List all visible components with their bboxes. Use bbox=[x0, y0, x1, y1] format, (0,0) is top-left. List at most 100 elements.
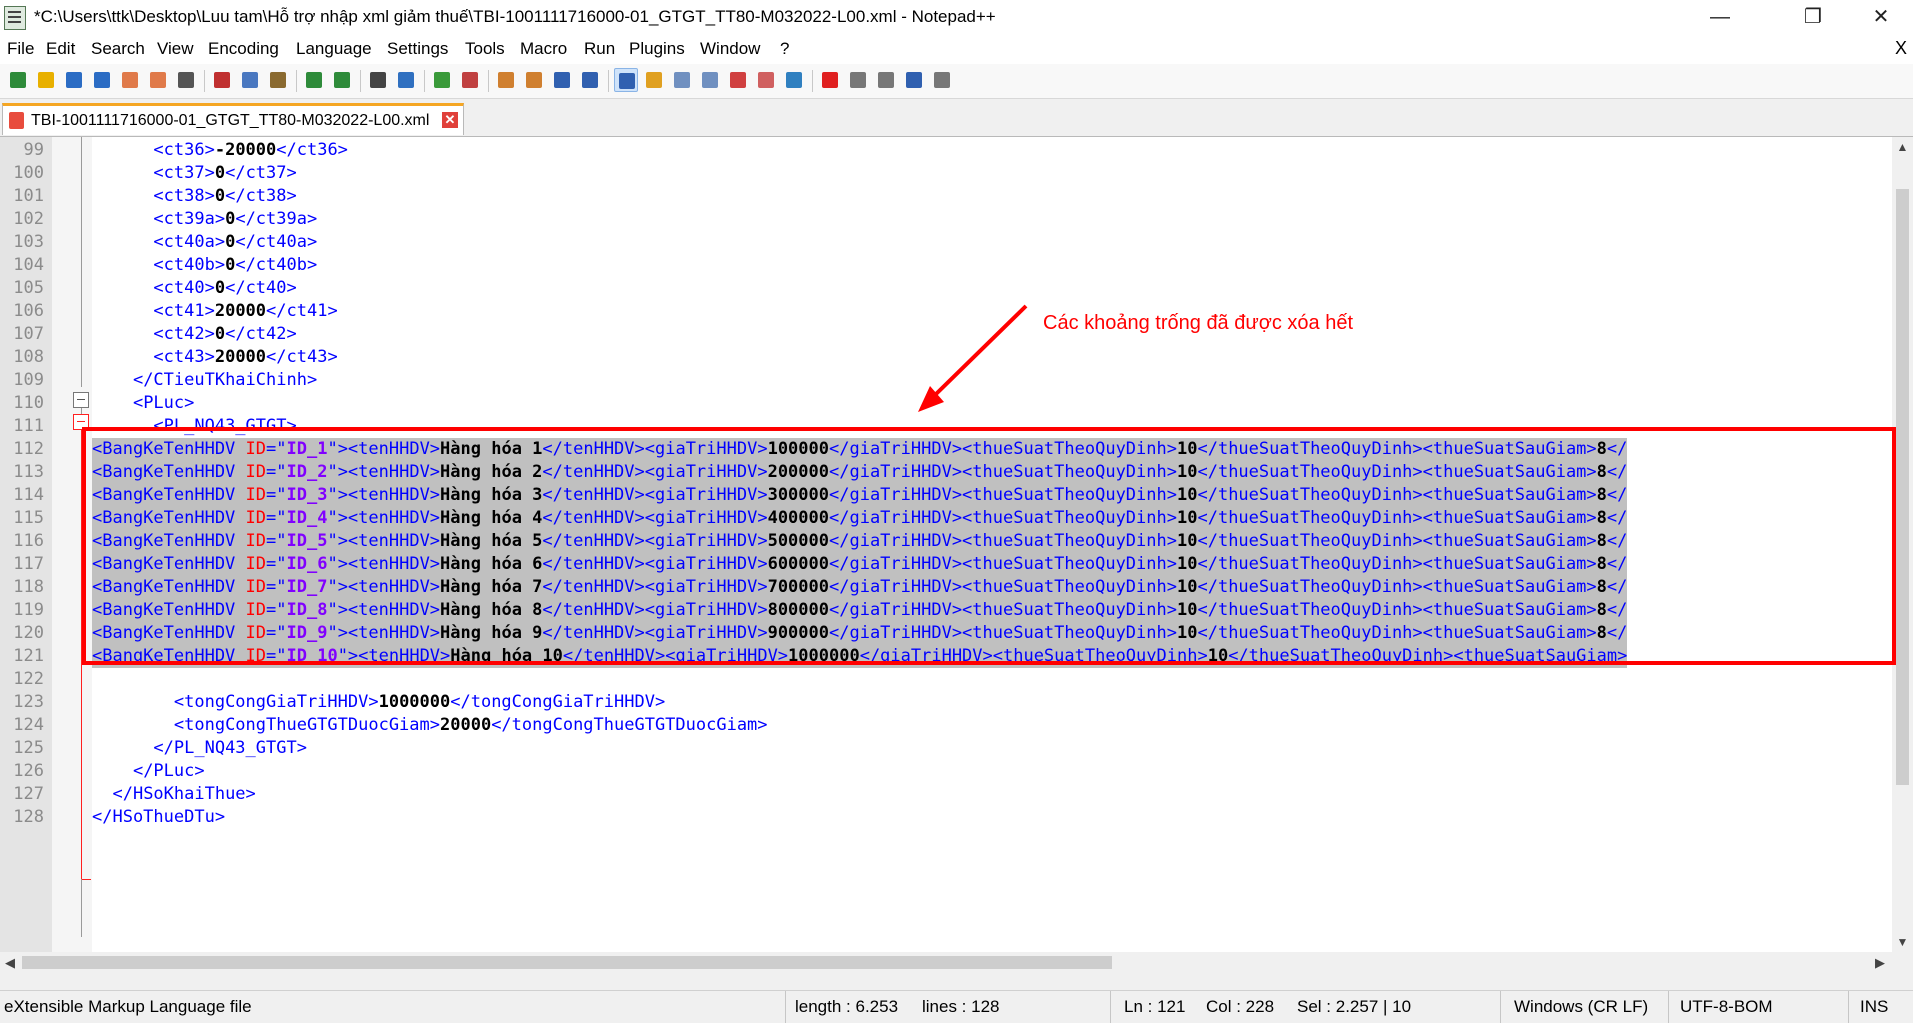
folder-workspace-icon bbox=[730, 72, 746, 88]
line-number: 122 bbox=[13, 669, 44, 689]
menu-window[interactable]: Window bbox=[700, 39, 760, 59]
menu-run[interactable]: Run bbox=[584, 39, 615, 59]
code-line[interactable]: 127 </HSoKhaiThue> bbox=[0, 783, 1892, 806]
tab-close-icon[interactable]: ✕ bbox=[442, 112, 458, 128]
redo-button[interactable] bbox=[330, 68, 354, 92]
code-line[interactable]: 123 <tongCongGiaTriHHDV>1000000</tongCon… bbox=[0, 691, 1892, 714]
code-line[interactable]: 116 <BangKeTenHHDV ID="ID_5"><tenHHDV>Hàn… bbox=[0, 530, 1892, 553]
status-encoding[interactable]: UTF-8-BOM bbox=[1680, 997, 1773, 1017]
code-area[interactable]: 99 <ct36>-20000</ct36> 100 <ct37>0</ct37>… bbox=[0, 137, 1892, 952]
doc-map-button[interactable] bbox=[670, 68, 694, 92]
menu-search[interactable]: Search bbox=[91, 39, 145, 59]
record-macro-button[interactable] bbox=[818, 68, 842, 92]
save-macro-button[interactable] bbox=[930, 68, 954, 92]
code-line[interactable]: 106 <ct41>20000</ct41> bbox=[0, 300, 1892, 323]
scroll-right-arrow[interactable]: ▶ bbox=[1870, 952, 1890, 973]
sync-vertical-button[interactable] bbox=[494, 68, 518, 92]
close-button[interactable]: ✕ bbox=[1846, 0, 1913, 36]
menu-encoding[interactable]: Encoding bbox=[208, 39, 279, 59]
undo-button[interactable] bbox=[302, 68, 326, 92]
user-language-button[interactable] bbox=[642, 68, 666, 92]
code-line[interactable]: 112 <BangKeTenHHDV ID="ID_1"><tenHHDV>Hàn… bbox=[0, 438, 1892, 461]
menu-language[interactable]: Language bbox=[296, 39, 372, 59]
maximize-button[interactable]: ❐ bbox=[1778, 0, 1848, 36]
copy-button[interactable] bbox=[238, 68, 262, 92]
vertical-scrollbar[interactable]: ▲ ▼ bbox=[1892, 137, 1913, 952]
toolbar-separator bbox=[608, 70, 609, 92]
menu-edit[interactable]: Edit bbox=[46, 39, 75, 59]
zoom-out-button[interactable] bbox=[458, 68, 482, 92]
editor[interactable]: 99 <ct36>-20000</ct36> 100 <ct37>0</ct37>… bbox=[0, 137, 1913, 952]
status-insert-mode[interactable]: INS bbox=[1860, 997, 1888, 1017]
cut-button[interactable] bbox=[210, 68, 234, 92]
code-line[interactable]: 126 </PLuc> bbox=[0, 760, 1892, 783]
code-line[interactable]: 99 <ct36>-20000</ct36> bbox=[0, 139, 1892, 162]
code-line[interactable]: 117 <BangKeTenHHDV ID="ID_6"><tenHHDV>Hàn… bbox=[0, 553, 1892, 576]
close-document-button[interactable]: X bbox=[1895, 38, 1907, 59]
new-file-button[interactable] bbox=[6, 68, 30, 92]
code-line[interactable]: 111 <PL_NQ43_GTGT> bbox=[0, 415, 1892, 438]
menu-plugins[interactable]: Plugins bbox=[629, 39, 685, 59]
code-line[interactable]: 114 <BangKeTenHHDV ID="ID_3"><tenHHDV>Hàn… bbox=[0, 484, 1892, 507]
code-line[interactable]: 101 <ct38>0</ct38> bbox=[0, 185, 1892, 208]
menu-view[interactable]: View bbox=[157, 39, 194, 59]
code-line[interactable]: 122 bbox=[0, 668, 1892, 691]
save-button[interactable] bbox=[62, 68, 86, 92]
menu-tools[interactable]: Tools bbox=[465, 39, 505, 59]
code-line[interactable]: 120 <BangKeTenHHDV ID="ID_9"><tenHHDV>Hàn… bbox=[0, 622, 1892, 645]
code-line[interactable]: 113 <BangKeTenHHDV ID="ID_2"><tenHHDV>Hàn… bbox=[0, 461, 1892, 484]
code-text: </HSoThueDTu> bbox=[92, 807, 226, 827]
show-all-chars-button[interactable] bbox=[578, 68, 602, 92]
vertical-scroll-thumb[interactable] bbox=[1896, 189, 1909, 785]
horizontal-scrollbar[interactable]: ◀ ▶ bbox=[0, 952, 1892, 973]
scroll-left-arrow[interactable]: ◀ bbox=[0, 952, 20, 973]
code-line[interactable]: 115 <BangKeTenHHDV ID="ID_4"><tenHHDV>Hàn… bbox=[0, 507, 1892, 530]
code-line[interactable]: 102 <ct39a>0</ct39a> bbox=[0, 208, 1892, 231]
replace-button[interactable] bbox=[394, 68, 418, 92]
code-line[interactable]: 109 </CTieuTKhaiChinh> bbox=[0, 369, 1892, 392]
zoom-in-button[interactable] bbox=[430, 68, 454, 92]
code-line[interactable]: 105 <ct40>0</ct40> bbox=[0, 277, 1892, 300]
word-wrap-button[interactable] bbox=[550, 68, 574, 92]
code-line[interactable]: 128 </HSoThueDTu> bbox=[0, 806, 1892, 829]
play-macro-button[interactable] bbox=[874, 68, 898, 92]
scroll-down-arrow[interactable]: ▼ bbox=[1892, 932, 1913, 952]
code-text: <BangKeTenHHDV ID="ID_10"><tenHHDV>Hàng … bbox=[92, 645, 1628, 668]
code-line[interactable]: 124 <tongCongThueGTGTDuocGiam>20000</ton… bbox=[0, 714, 1892, 737]
code-line[interactable]: 118 <BangKeTenHHDV ID="ID_7"><tenHHDV>Hàn… bbox=[0, 576, 1892, 599]
save-all-button[interactable] bbox=[90, 68, 114, 92]
minimize-button[interactable]: — bbox=[1685, 0, 1755, 36]
monitoring-button[interactable] bbox=[754, 68, 778, 92]
close-all-button[interactable] bbox=[146, 68, 170, 92]
code-line[interactable]: 110 <PLuc> bbox=[0, 392, 1892, 415]
open-file-button[interactable] bbox=[34, 68, 58, 92]
code-line[interactable]: 125 </PL_NQ43_GTGT> bbox=[0, 737, 1892, 760]
code-line[interactable]: 100 <ct37>0</ct37> bbox=[0, 162, 1892, 185]
menu-help[interactable]: ? bbox=[780, 39, 789, 59]
function-list-button[interactable] bbox=[698, 68, 722, 92]
status-eol[interactable]: Windows (CR LF) bbox=[1514, 997, 1648, 1017]
close-button[interactable] bbox=[118, 68, 142, 92]
menu-file[interactable]: File bbox=[7, 39, 34, 59]
play-multiple-button[interactable] bbox=[902, 68, 926, 92]
code-line[interactable]: 103 <ct40a>0</ct40a> bbox=[0, 231, 1892, 254]
eye-button[interactable] bbox=[782, 68, 806, 92]
find-button[interactable] bbox=[366, 68, 390, 92]
code-line[interactable]: 107 <ct42>0</ct42> bbox=[0, 323, 1892, 346]
status-lines: lines : 128 bbox=[922, 997, 1000, 1016]
code-line[interactable]: 104 <ct40b>0</ct40b> bbox=[0, 254, 1892, 277]
folder-workspace-button[interactable] bbox=[726, 68, 750, 92]
code-line[interactable]: 108 <ct43>20000</ct43> bbox=[0, 346, 1892, 369]
code-line[interactable]: 121 <BangKeTenHHDV ID="ID_10"><tenHHDV>Hà… bbox=[0, 645, 1892, 668]
scroll-up-arrow[interactable]: ▲ bbox=[1892, 137, 1913, 157]
horizontal-scroll-thumb[interactable] bbox=[22, 956, 1112, 969]
tab-document[interactable]: TBI-1001111716000-01_GTGT_TT80-M032022-L… bbox=[2, 103, 464, 135]
code-line[interactable]: 119 <BangKeTenHHDV ID="ID_8"><tenHHDV>Hàn… bbox=[0, 599, 1892, 622]
paste-button[interactable] bbox=[266, 68, 290, 92]
stop-macro-button[interactable] bbox=[846, 68, 870, 92]
menu-settings[interactable]: Settings bbox=[387, 39, 448, 59]
indent-guide-button[interactable] bbox=[614, 68, 638, 92]
menu-macro[interactable]: Macro bbox=[520, 39, 567, 59]
print-button[interactable] bbox=[174, 68, 198, 92]
sync-horizontal-button[interactable] bbox=[522, 68, 546, 92]
